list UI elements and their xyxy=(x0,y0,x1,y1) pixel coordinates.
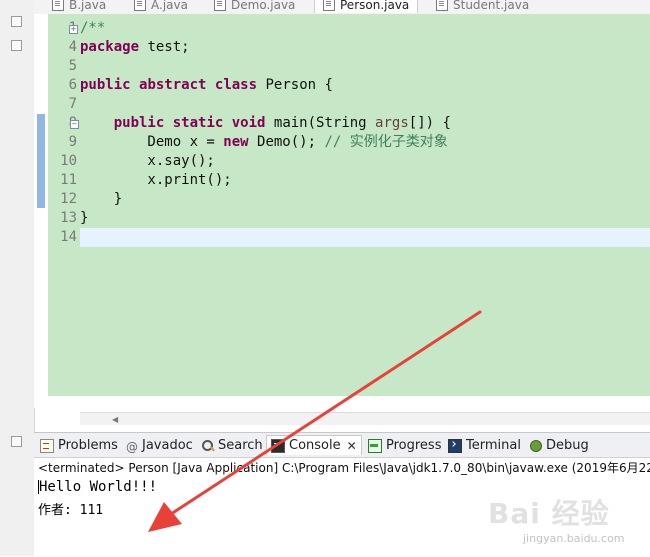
tab-label: Terminal xyxy=(466,438,521,453)
code-line: } xyxy=(80,190,650,209)
close-icon[interactable]: ✕ xyxy=(347,439,357,453)
console-output-line[interactable]: 作者: 111 xyxy=(38,499,103,518)
baidu-watermark-url: jingyan.baidu.com xyxy=(523,532,625,545)
search-icon xyxy=(202,439,214,452)
tab-label: B.java xyxy=(69,0,107,12)
tab-a-java[interactable]: A.java xyxy=(126,0,196,13)
code-line: Demo x = new Demo(); // 实例化子类对象 xyxy=(80,133,650,152)
current-line-highlight xyxy=(80,228,650,247)
restore-icon[interactable] xyxy=(11,40,22,51)
tab-search[interactable]: Search xyxy=(198,436,267,455)
left-trim-strip xyxy=(0,0,35,556)
line-number: 6 xyxy=(68,77,77,93)
view-icon[interactable] xyxy=(11,436,22,447)
java-file-icon xyxy=(52,0,64,11)
code-text: Demo x = new Demo(); // 实例化子类对象 xyxy=(80,134,448,150)
tab-b-java[interactable]: B.java xyxy=(44,0,114,13)
console-icon xyxy=(271,438,285,453)
code-text: public abstract class Person { xyxy=(80,77,333,93)
minimize-icon[interactable] xyxy=(11,16,22,27)
line-number: 7 xyxy=(68,96,77,112)
problems-icon xyxy=(40,438,54,453)
code-line: } xyxy=(80,209,650,228)
tab-label: Progress xyxy=(386,438,442,453)
code-text: public static void main(String args[]) { xyxy=(113,115,451,131)
line-number-gutter: 1 + 4 5 6 7 8 − 9 10 11 12 13 14 xyxy=(48,14,80,396)
tab-terminal[interactable]: Terminal xyxy=(444,436,525,455)
code-line: x.print(); xyxy=(80,171,650,190)
baidu-watermark-logo: Bai 经验 xyxy=(488,497,610,530)
terminal-icon xyxy=(448,438,462,453)
java-file-icon xyxy=(214,0,226,11)
code-area[interactable]: /** package test; public abstract class … xyxy=(80,14,650,396)
horizontal-scrollbar[interactable]: ◀ xyxy=(80,412,650,425)
view-tab-bar: Problems @ Javadoc Search Console ✕ Prog… xyxy=(34,433,650,458)
tab-label: Student.java xyxy=(453,0,530,12)
tab-label: Problems xyxy=(58,438,118,453)
code-line: x.say(); xyxy=(80,152,650,171)
tab-label: Demo.java xyxy=(231,0,296,12)
tab-label: A.java xyxy=(151,0,188,12)
code-text: x.print(); xyxy=(80,172,232,188)
code-editor[interactable]: 1 + 4 5 6 7 8 − 9 10 11 12 13 14 /** pac… xyxy=(34,14,650,425)
debug-icon xyxy=(530,439,542,452)
line-number: 12 xyxy=(60,191,77,207)
tab-label: Javadoc xyxy=(142,438,193,453)
tab-label: Console xyxy=(289,438,341,453)
console-output-line[interactable]: Hello World!!! xyxy=(38,479,157,495)
overview-ruler xyxy=(34,14,48,408)
editor-tab-bar: B.java A.java Demo.java Person.java Stud… xyxy=(34,0,650,15)
change-marker xyxy=(37,114,45,208)
line-number: 13 xyxy=(60,210,77,226)
tab-demo-java[interactable]: Demo.java xyxy=(206,0,303,13)
line-number: 4 xyxy=(68,39,77,55)
fold-expand-icon[interactable]: + xyxy=(69,25,78,34)
code-line: public static void main(String args[]) { xyxy=(80,114,650,133)
tab-progress[interactable]: Progress xyxy=(364,436,445,455)
code-text: package test; xyxy=(80,39,190,55)
code-line: public abstract class Person { xyxy=(80,76,650,95)
java-file-icon xyxy=(436,0,448,11)
tab-label: Search xyxy=(218,438,263,453)
tab-console[interactable]: Console ✕ xyxy=(266,435,362,455)
fold-collapse-icon[interactable]: − xyxy=(70,120,79,129)
code-text: } xyxy=(80,191,123,207)
tab-label: Person.java xyxy=(340,0,410,12)
tab-label: Debug xyxy=(546,438,589,453)
code-text: x.say(); xyxy=(80,153,215,169)
tab-person-java[interactable]: Person.java xyxy=(314,0,419,13)
line-number: 9 xyxy=(68,134,77,150)
scroll-left-icon[interactable]: ◀ xyxy=(112,415,118,424)
code-text: } xyxy=(80,210,89,226)
code-text: /** xyxy=(80,20,106,36)
tab-problems[interactable]: Problems xyxy=(36,436,122,455)
code-line: /** xyxy=(80,19,650,38)
process-status: <terminated> Person [Java Application] C… xyxy=(38,461,650,475)
line-number: 14 xyxy=(60,229,77,245)
code-line: package test; xyxy=(80,38,650,57)
javadoc-icon: @ xyxy=(126,439,138,454)
line-number: 10 xyxy=(60,153,77,169)
line-number: 5 xyxy=(68,58,77,74)
progress-icon xyxy=(368,438,382,453)
output-text: Hello World!!! xyxy=(39,479,158,495)
line-number: 11 xyxy=(60,172,77,188)
tab-debug[interactable]: Debug xyxy=(526,436,593,455)
tab-student-java[interactable]: Student.java xyxy=(428,0,537,13)
java-file-icon xyxy=(323,0,335,11)
java-file-icon xyxy=(134,0,146,11)
tab-javadoc[interactable]: @ Javadoc xyxy=(122,436,197,455)
